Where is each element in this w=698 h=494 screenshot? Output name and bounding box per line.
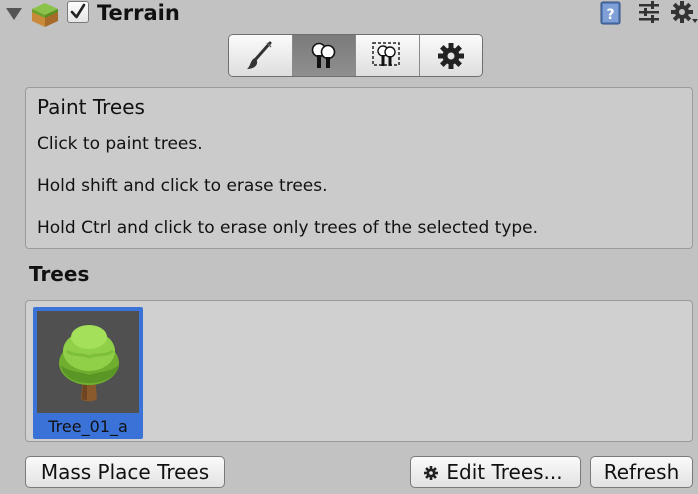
mass-place-trees-button[interactable]: Mass Place Trees	[25, 456, 225, 488]
tree-name-label: Tree_01_a	[48, 417, 128, 436]
svg-text:?: ?	[606, 7, 614, 23]
help-line: Hold Ctrl and click to erase only trees …	[37, 218, 539, 238]
help-book-icon[interactable]: ?	[598, 0, 624, 26]
help-line: Hold shift and click to erase trees.	[37, 176, 328, 196]
foldout-arrow-icon[interactable]	[6, 8, 22, 20]
terrain-component-icon	[32, 3, 58, 27]
paint-trees-help-box: Paint Trees Click to paint trees. Hold s…	[25, 87, 693, 249]
tree-prototype-item[interactable]: Tree_01_a	[33, 307, 143, 439]
paint-trees-icon	[311, 42, 336, 68]
tool-paint-terrain[interactable]	[229, 35, 293, 76]
tree-thumbnail	[37, 311, 139, 413]
gear-icon	[424, 466, 438, 480]
checkmark-icon	[70, 3, 86, 19]
presets-sliders-icon[interactable]	[636, 0, 662, 26]
edit-trees-button[interactable]: Edit Trees...	[410, 456, 581, 488]
component-title: Terrain	[97, 1, 180, 25]
paint-brush-icon	[247, 41, 272, 69]
tree-preview-icon	[59, 325, 119, 402]
edit-trees-label: Edit Trees...	[446, 460, 563, 484]
tool-paint-details[interactable]	[356, 35, 420, 76]
trees-section-label: Trees	[29, 262, 90, 286]
component-header: Terrain ?	[0, 0, 698, 28]
refresh-button[interactable]: Refresh	[590, 456, 693, 488]
tool-paint-trees[interactable]	[292, 35, 356, 76]
gear-icon[interactable]	[670, 0, 698, 26]
enabled-checkbox[interactable]	[67, 1, 89, 23]
help-line: Click to paint trees.	[37, 134, 203, 154]
paint-details-icon	[372, 41, 400, 66]
terrain-tool-toolbar	[228, 34, 483, 77]
settings-gear-icon	[437, 42, 464, 69]
tool-terrain-settings[interactable]	[419, 35, 482, 76]
help-title: Paint Trees	[37, 95, 145, 119]
tree-prototype-list: Tree_01_a	[25, 300, 693, 442]
